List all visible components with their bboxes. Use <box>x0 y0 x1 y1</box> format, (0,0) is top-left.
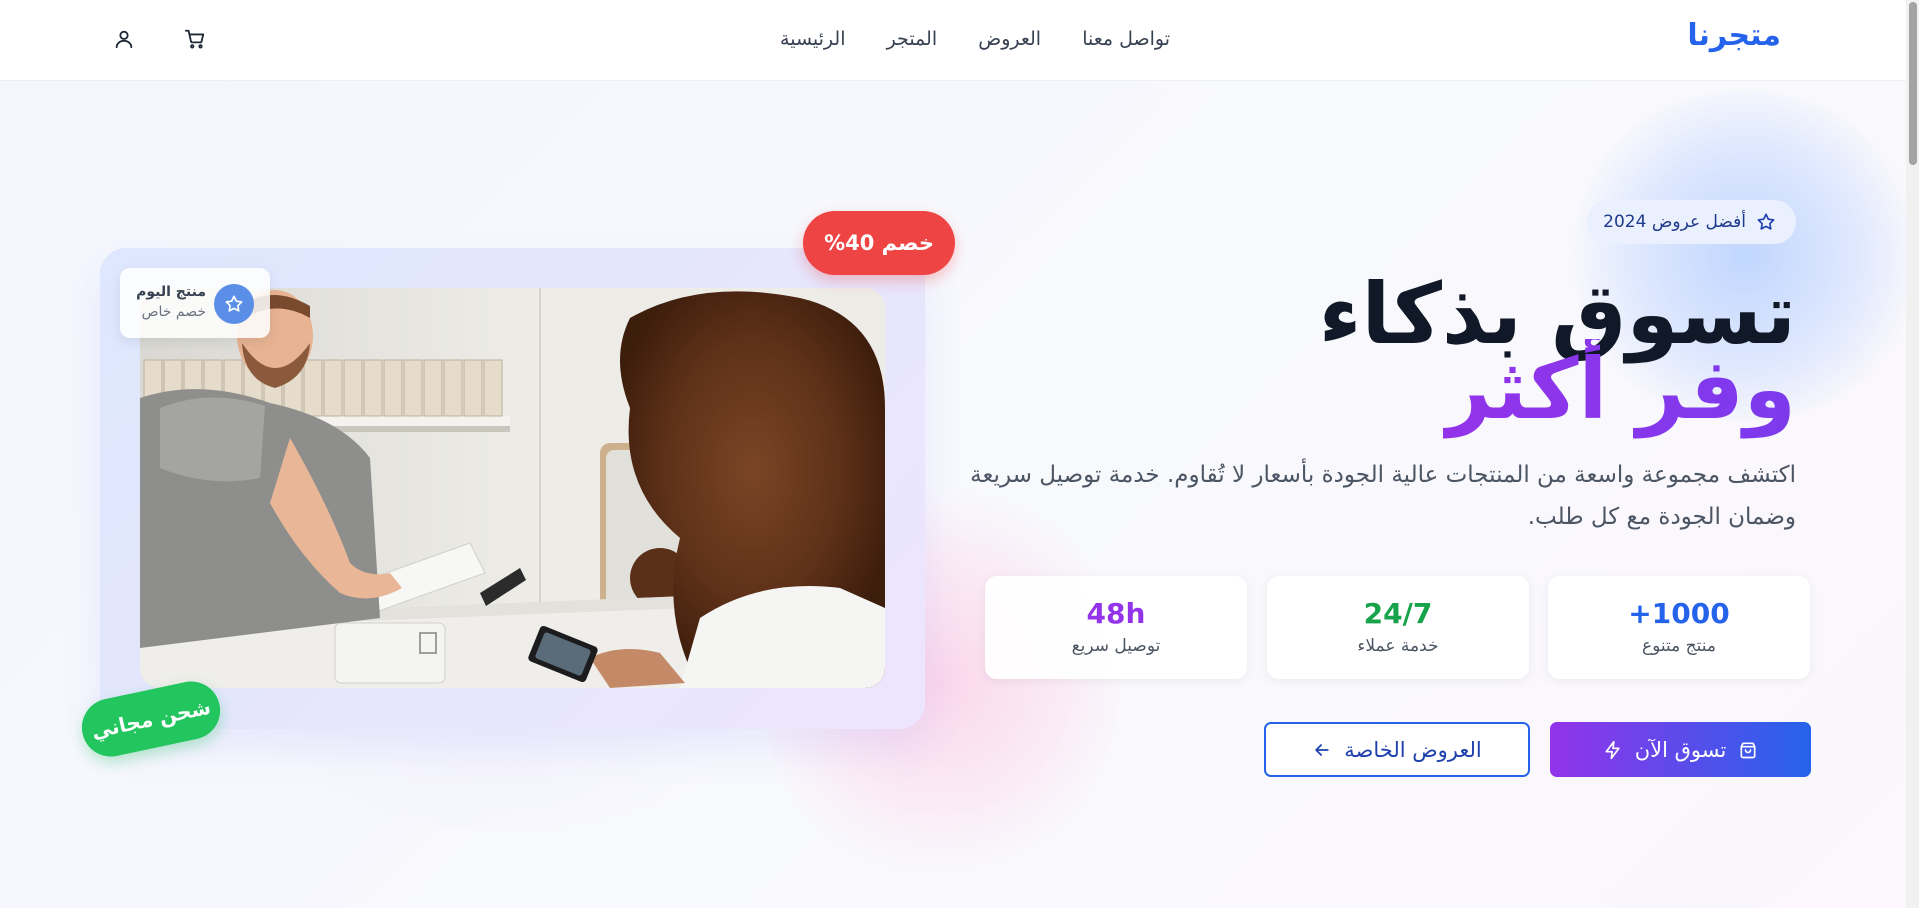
arrow-left-icon <box>1312 740 1332 760</box>
user-icon[interactable] <box>113 28 135 50</box>
nav-item-contact[interactable]: تواصل معنا <box>1082 28 1170 50</box>
offers-badge-label: أفضل عروض 2024 <box>1603 212 1746 232</box>
logo[interactable]: متجرنا <box>1687 18 1781 53</box>
cart-icon[interactable] <box>184 28 206 50</box>
daily-product-card: منتج اليوم خصم خاص <box>120 268 270 338</box>
free-shipping-badge: شحن مجاني <box>76 676 226 762</box>
site-header: متجرنا الرئيسية المتجر العروض تواصل معنا <box>0 0 1906 81</box>
shop-checkout-photo <box>140 288 885 688</box>
discount-badge: خصم 40% <box>803 211 955 275</box>
nav-item-offers[interactable]: العروض <box>978 28 1041 50</box>
special-offers-button[interactable]: العروض الخاصة <box>1264 722 1530 777</box>
stat-label: توصيل سريع <box>1071 636 1161 656</box>
hero-photo <box>140 288 885 688</box>
stat-value: +1000 <box>1628 597 1730 630</box>
stat-support: 24/7 خدمة عملاء <box>1267 576 1529 679</box>
stat-value: 24/7 <box>1363 597 1433 630</box>
scrollbar-thumb[interactable] <box>1909 2 1917 165</box>
hero-description: اكتشف مجموعة واسعة من المنتجات عالية الج… <box>970 462 1796 530</box>
shop-now-button[interactable]: تسوق الآن <box>1550 722 1811 777</box>
star-icon <box>214 284 254 324</box>
stat-label: منتج متنوع <box>1641 636 1717 656</box>
star-icon <box>1756 212 1776 232</box>
stat-delivery: 48h توصيل سريع <box>985 576 1247 679</box>
daily-product-subtitle: خصم خاص <box>141 304 206 320</box>
stat-value: 48h <box>1086 597 1146 630</box>
shop-now-label: تسوق الآن <box>1634 737 1727 762</box>
special-offers-label: العروض الخاصة <box>1344 737 1482 762</box>
hero-subheadline: وفر أكثر <box>1443 340 1796 438</box>
daily-product-title: منتج اليوم <box>136 284 206 300</box>
shopping-bag-icon <box>1738 740 1758 760</box>
stat-products: +1000 منتج متنوع <box>1548 576 1810 679</box>
nav-item-home[interactable]: الرئيسية <box>780 28 845 50</box>
main-nav: الرئيسية المتجر العروض تواصل معنا <box>780 28 1170 50</box>
nav-item-store[interactable]: المتجر <box>887 28 938 50</box>
lightning-icon <box>1603 740 1623 760</box>
hero-section: أفضل عروض 2024 تسوق بذكاء وفر أكثر اكتشف… <box>0 81 1906 908</box>
stat-label: خدمة عملاء <box>1357 636 1439 656</box>
offers-badge: أفضل عروض 2024 <box>1587 200 1796 244</box>
